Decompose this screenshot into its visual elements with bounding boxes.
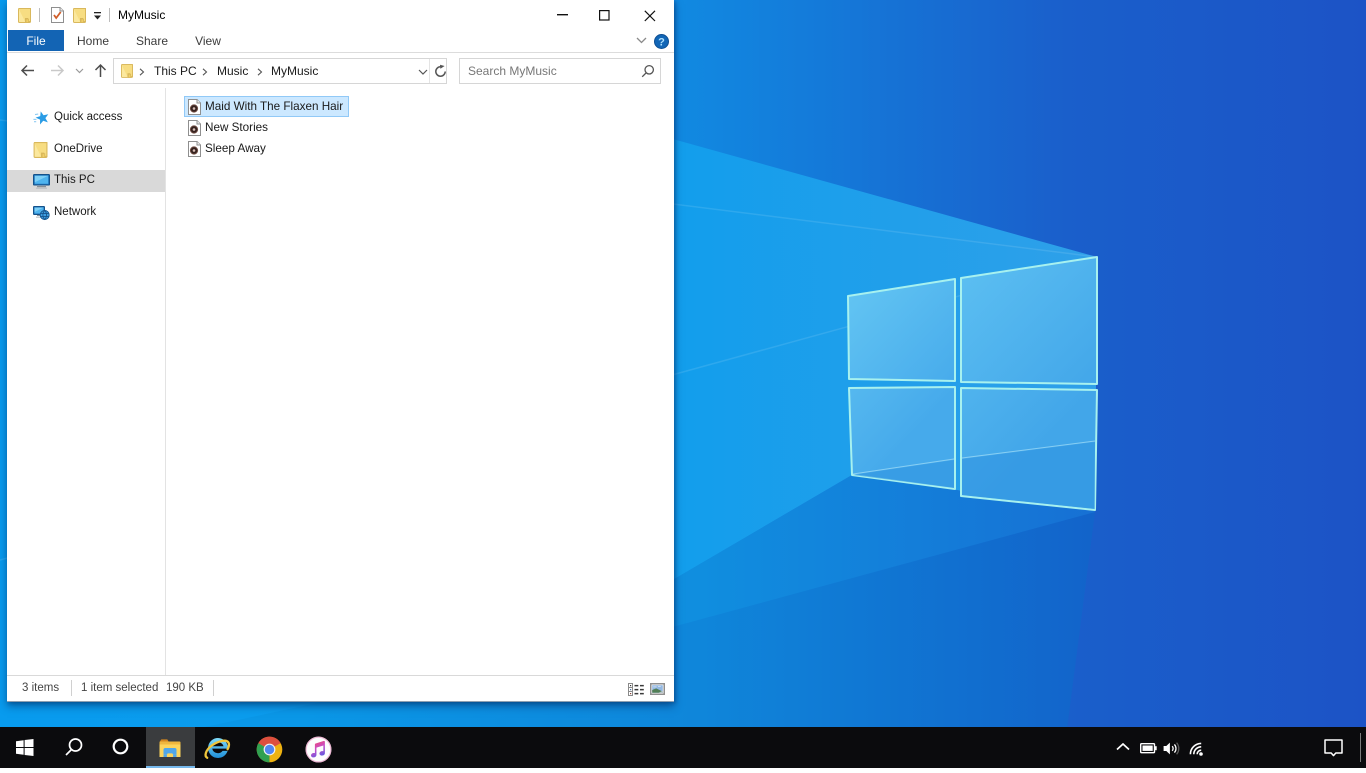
svg-text:?: ? bbox=[658, 36, 665, 48]
